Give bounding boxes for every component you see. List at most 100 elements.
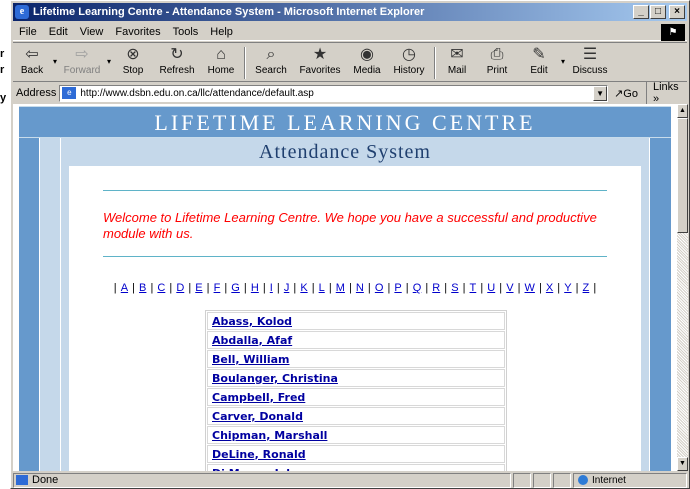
edit-button[interactable]: ✎ Edit [519, 43, 559, 81]
search-icon: ⌕ [266, 46, 276, 63]
letter-link-t[interactable]: T [470, 282, 477, 294]
status-panel [533, 472, 551, 488]
refresh-icon: ↻ [170, 46, 184, 63]
discuss-button[interactable]: ☰ Discuss [567, 43, 613, 81]
student-name-link[interactable]: Boulanger, Christina [212, 372, 338, 385]
letter-link-r[interactable]: R [432, 282, 440, 294]
list-item: Carver, Donald [207, 407, 505, 425]
subheader-banner: Attendance System [19, 138, 671, 166]
main-panel: Welcome to Lifetime Learning Centre. We … [69, 166, 641, 471]
student-name-link[interactable]: Carver, Donald [212, 410, 303, 423]
menu-tools[interactable]: Tools [167, 26, 205, 38]
minimize-button[interactable]: _ [633, 5, 649, 19]
history-icon: ◷ [402, 46, 416, 63]
divider-line [103, 190, 607, 191]
letter-link-v[interactable]: V [506, 282, 513, 294]
maximize-button[interactable]: □ [650, 5, 666, 19]
letter-link-j[interactable]: J [284, 282, 290, 294]
status-bar: Done Internet [13, 472, 687, 488]
letter-link-f[interactable]: F [214, 282, 221, 294]
letter-link-q[interactable]: Q [413, 282, 422, 294]
letter-link-n[interactable]: N [356, 282, 364, 294]
print-icon: ⎙ [490, 46, 504, 63]
right-frame-column [650, 138, 671, 471]
student-name-link[interactable]: Di Marco, John [212, 467, 302, 472]
menu-edit[interactable]: Edit [43, 26, 74, 38]
letter-link-c[interactable]: C [157, 282, 165, 294]
forward-arrow-icon: ⇨ [75, 46, 89, 63]
letter-link-z[interactable]: Z [583, 282, 590, 294]
scroll-thumb[interactable] [677, 118, 688, 233]
list-item: Boulanger, Christina [207, 369, 505, 387]
toolbar-separator [434, 47, 436, 79]
close-button[interactable]: × [669, 5, 685, 19]
welcome-message: Welcome to Lifetime Learning Centre. We … [103, 210, 597, 241]
scroll-down-icon[interactable]: ▼ [677, 457, 688, 471]
list-item: Di Marco, John [207, 464, 505, 471]
title-bar[interactable]: e Lifetime Learning Centre - Attendance … [13, 3, 687, 21]
browser-window: e Lifetime Learning Centre - Attendance … [10, 0, 690, 489]
letter-link-b[interactable]: B [139, 282, 146, 294]
print-button[interactable]: ⎙ Print [475, 43, 519, 81]
discuss-icon: ☰ [582, 46, 598, 63]
stop-icon: ⊗ [126, 46, 140, 63]
mail-button[interactable]: ✉ Mail [439, 43, 475, 81]
background-text: y [0, 92, 7, 104]
history-button[interactable]: ◷ History [387, 43, 431, 81]
menu-view[interactable]: View [74, 26, 110, 38]
address-dropdown-icon[interactable]: ▼ [593, 85, 608, 101]
media-icon: ◉ [360, 46, 374, 63]
media-button[interactable]: ◉ Media [347, 43, 387, 81]
student-list: Abass, Kolod Abdalla, Afaf Bell, William Bo… [205, 310, 507, 471]
left-frame-column [40, 138, 60, 471]
letter-link-g[interactable]: G [231, 282, 240, 294]
list-item: Chipman, Marshall [207, 426, 505, 444]
edit-dropdown-icon[interactable]: ▾ [559, 57, 567, 66]
forward-button[interactable]: ⇨ Forward [59, 43, 105, 81]
search-button[interactable]: ⌕ Search [249, 43, 293, 81]
menu-favorites[interactable]: Favorites [109, 26, 166, 38]
favorites-button[interactable]: ★ Favorites [293, 43, 347, 81]
letter-link-s[interactable]: S [451, 282, 458, 294]
student-name-link[interactable]: DeLine, Ronald [212, 448, 306, 461]
address-input[interactable]: e http://www.dsbn.edu.on.ca/llc/attendan… [59, 84, 609, 102]
student-name-link[interactable]: Chipman, Marshall [212, 429, 327, 442]
letter-link-l[interactable]: L [319, 282, 325, 294]
links-button[interactable]: Links » [645, 81, 687, 105]
mail-icon: ✉ [450, 46, 464, 63]
vertical-scrollbar[interactable]: ▲ ▼ [677, 104, 688, 471]
windows-logo-icon: ⚑ [661, 24, 685, 41]
letter-link-k[interactable]: K [300, 282, 307, 294]
letter-link-x[interactable]: X [546, 282, 553, 294]
letter-link-m[interactable]: M [336, 282, 345, 294]
letter-link-o[interactable]: O [375, 282, 384, 294]
page-status-icon [16, 475, 28, 485]
menu-help[interactable]: Help [204, 26, 239, 38]
refresh-button[interactable]: ↻ Refresh [153, 43, 201, 81]
toolbar-separator [244, 47, 246, 79]
letter-link-h[interactable]: H [251, 282, 259, 294]
letter-link-i[interactable]: I [270, 282, 273, 294]
student-name-link[interactable]: Campbell, Fred [212, 391, 305, 404]
address-bar: Address e http://www.dsbn.edu.on.ca/llc/… [13, 81, 687, 105]
back-button[interactable]: ⇦ Back [13, 43, 51, 81]
student-name-link[interactable]: Bell, William [212, 353, 290, 366]
letter-link-a[interactable]: A [121, 282, 128, 294]
forward-dropdown-icon[interactable]: ▾ [105, 57, 113, 66]
stop-button[interactable]: ⊗ Stop [113, 43, 153, 81]
letter-link-w[interactable]: W [525, 282, 535, 294]
letter-link-e[interactable]: E [195, 282, 202, 294]
letter-link-d[interactable]: D [176, 282, 184, 294]
header-banner: LIFETIME LEARNING CENTRE [19, 106, 671, 138]
menu-file[interactable]: File [13, 26, 43, 38]
home-button[interactable]: ⌂ Home [201, 43, 241, 81]
student-name-link[interactable]: Abdalla, Afaf [212, 334, 292, 347]
scroll-up-icon[interactable]: ▲ [677, 104, 688, 118]
go-button[interactable]: ↗Go [614, 87, 638, 100]
letter-link-u[interactable]: U [487, 282, 495, 294]
letter-link-y[interactable]: Y [564, 282, 571, 294]
letter-link-p[interactable]: P [394, 282, 401, 294]
back-dropdown-icon[interactable]: ▾ [51, 57, 59, 66]
student-name-link[interactable]: Abass, Kolod [212, 315, 292, 328]
page-content: LIFETIME LEARNING CENTRE Attendance Syst… [13, 104, 677, 471]
